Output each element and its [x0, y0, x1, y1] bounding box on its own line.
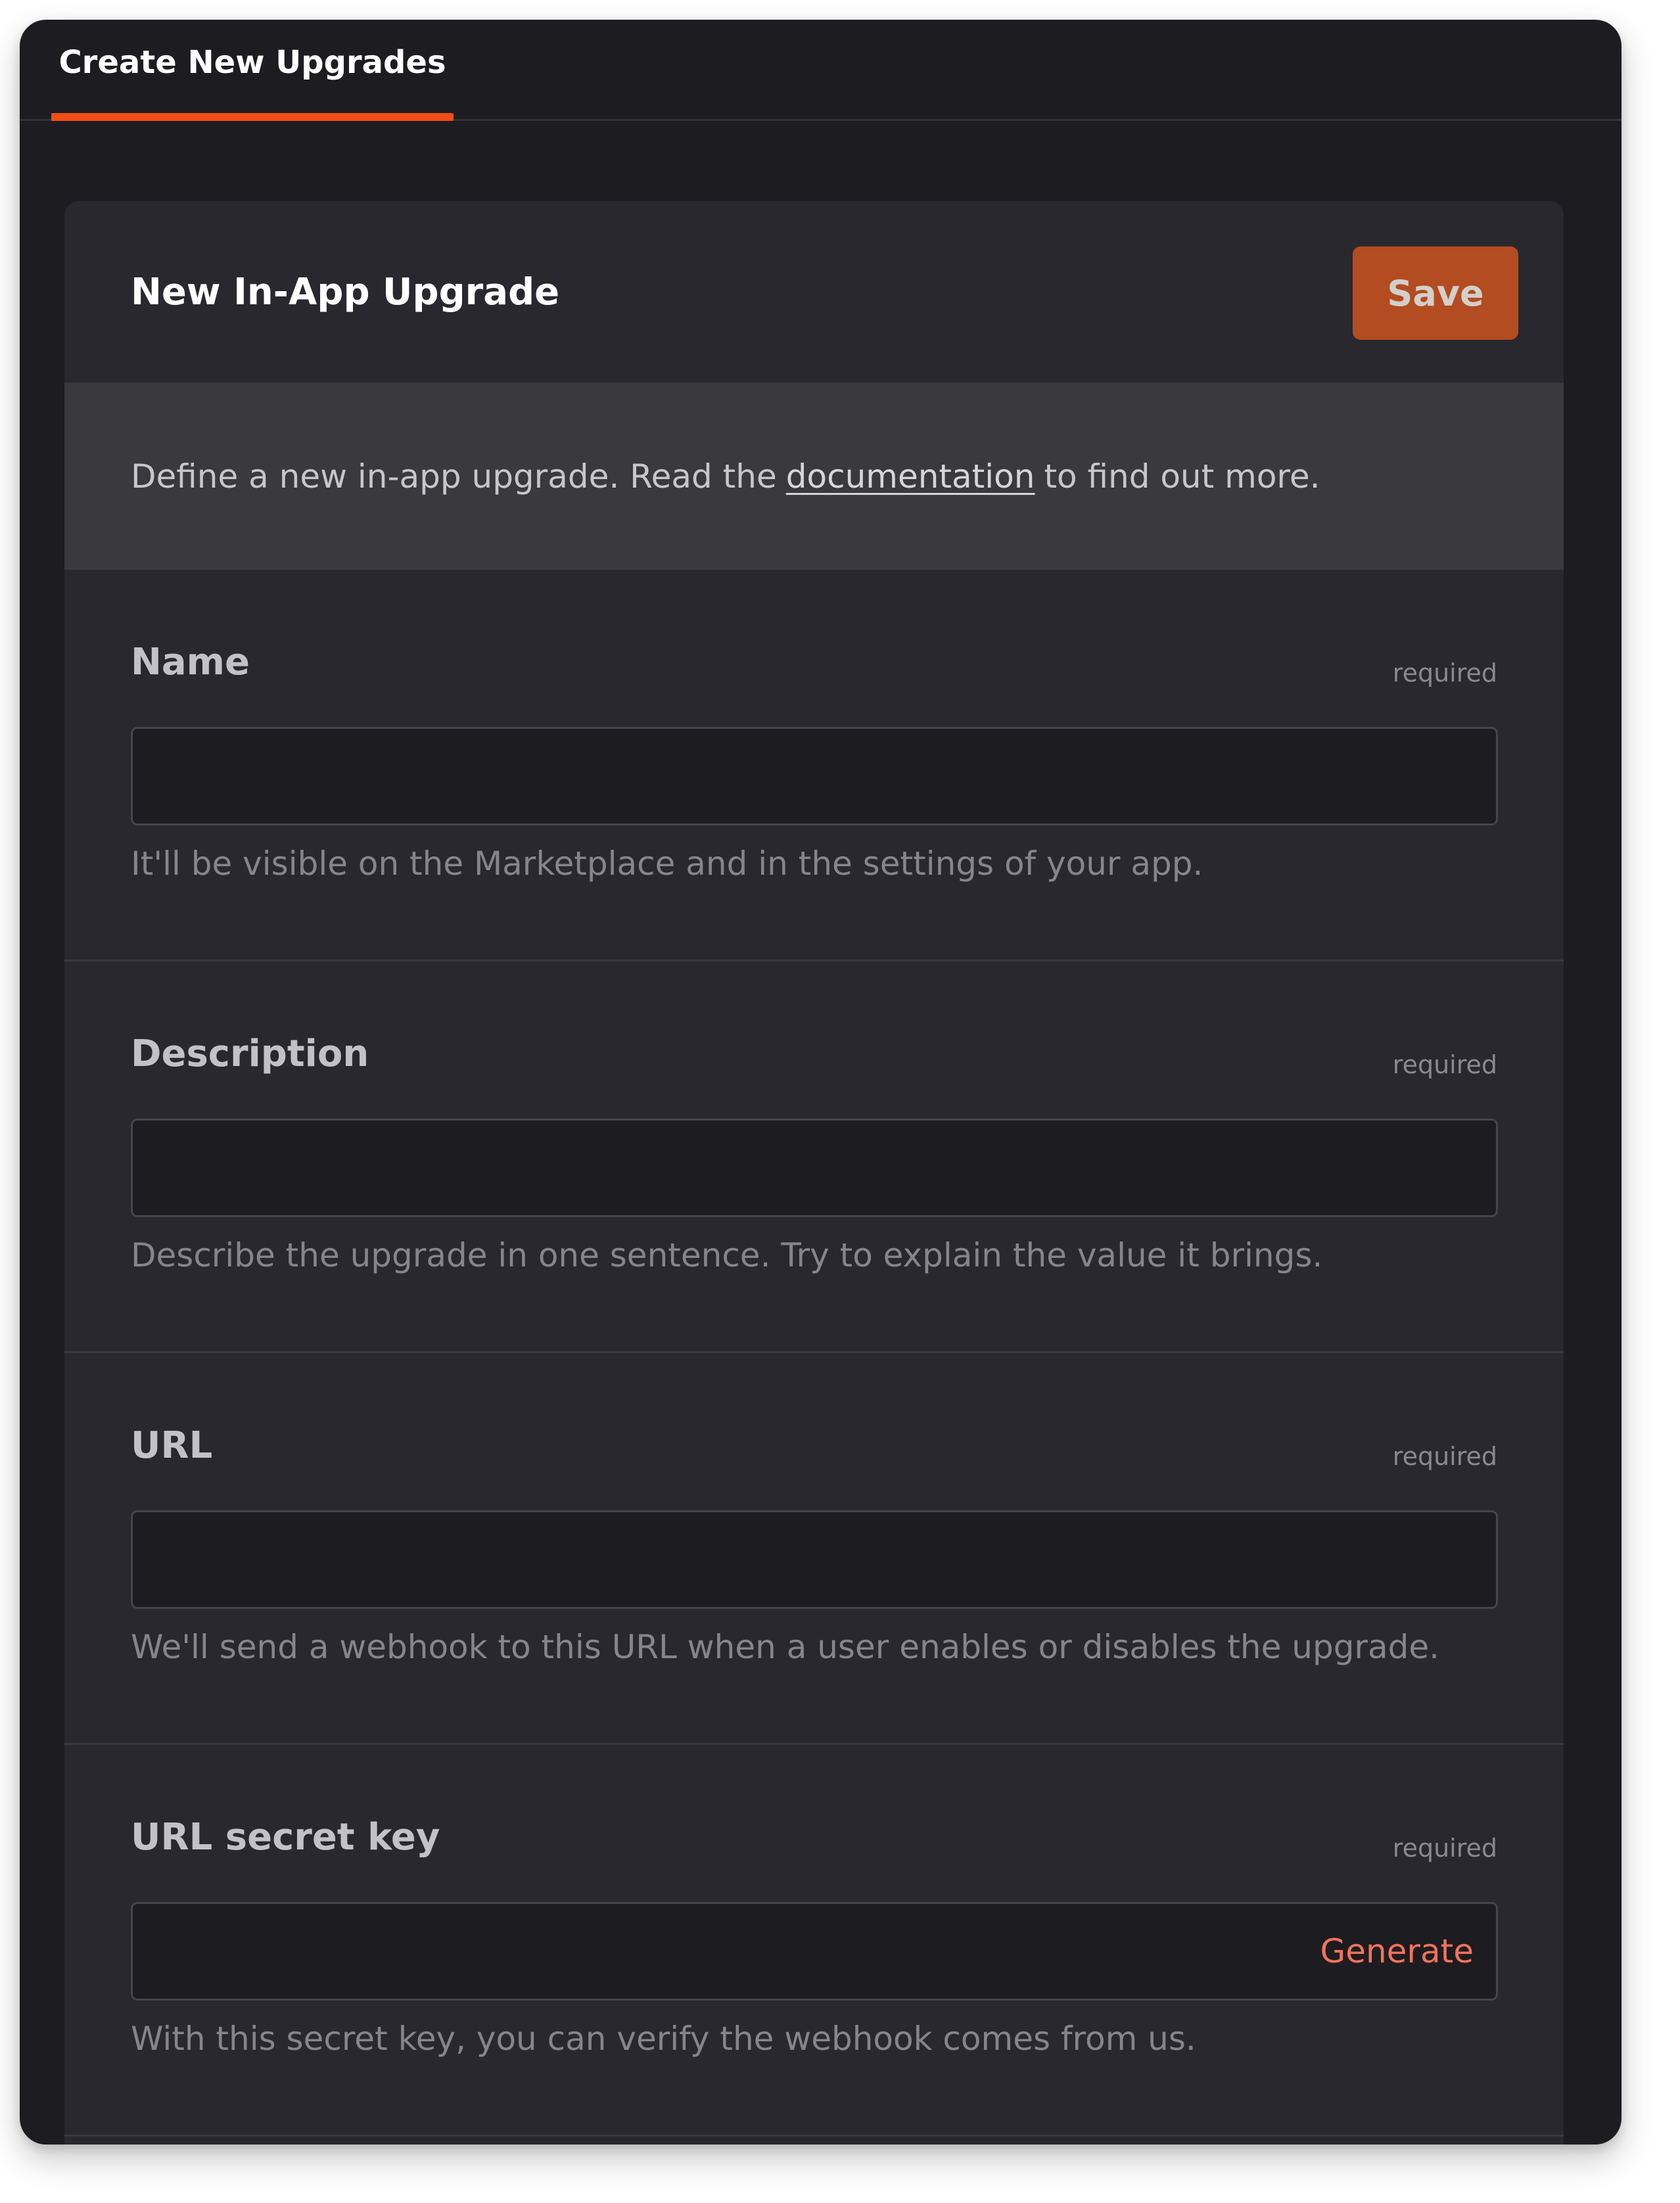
url-field-group: URL required We'll send a webhook to thi…: [64, 1353, 1564, 1745]
url-secret-key-label: URL secret key: [131, 1816, 440, 1859]
required-tag: required: [1392, 1834, 1497, 1863]
card-header: New In-App Upgrade Save: [64, 201, 1564, 383]
tab-create-new-upgrades[interactable]: Create New Upgrades: [51, 20, 454, 121]
name-help-text: It'll be visible on the Marketplace and …: [131, 845, 1203, 883]
active-tab-indicator: [51, 113, 454, 121]
required-tag: required: [1392, 1050, 1497, 1079]
upgrade-form-card: New In-App Upgrade Save Define a new in-…: [64, 201, 1564, 2145]
url-secret-key-help-text: With this secret key, you can verify the…: [131, 2020, 1196, 2058]
description-help-text: Describe the upgrade in one sentence. Tr…: [131, 1236, 1323, 1274]
intro-text-before: Define a new in-app upgrade. Read the: [131, 457, 777, 496]
url-input[interactable]: [131, 1510, 1498, 1609]
url-secret-key-input[interactable]: [131, 1902, 1498, 2001]
app-window: Create New Upgrades New In-App Upgrade S…: [20, 20, 1622, 2145]
required-tag: required: [1392, 1442, 1497, 1471]
generate-button[interactable]: Generate: [1320, 1902, 1474, 2001]
intro-banner: Define a new in-app upgrade. Read the do…: [64, 383, 1564, 570]
required-tag: required: [1392, 659, 1497, 687]
tab-bar: Create New Upgrades: [20, 20, 1622, 121]
name-field-group: Name required It'll be visible on the Ma…: [64, 570, 1564, 962]
name-input[interactable]: [131, 727, 1498, 825]
url-secret-key-field-group: URL secret key required Generate With th…: [64, 1745, 1564, 2137]
intro-text-after: to find out more.: [1044, 457, 1320, 496]
url-label: URL: [131, 1424, 213, 1467]
description-field-group: Description required Describe the upgrad…: [64, 962, 1564, 1353]
description-input[interactable]: [131, 1119, 1498, 1217]
tab-label: Create New Upgrades: [58, 44, 446, 81]
card-title: New In-App Upgrade: [131, 270, 560, 313]
name-label: Name: [131, 641, 250, 684]
description-label: Description: [131, 1032, 369, 1075]
save-button[interactable]: Save: [1353, 246, 1518, 340]
documentation-link[interactable]: documentation: [786, 457, 1035, 496]
url-help-text: We'll send a webhook to this URL when a …: [131, 1628, 1440, 1666]
